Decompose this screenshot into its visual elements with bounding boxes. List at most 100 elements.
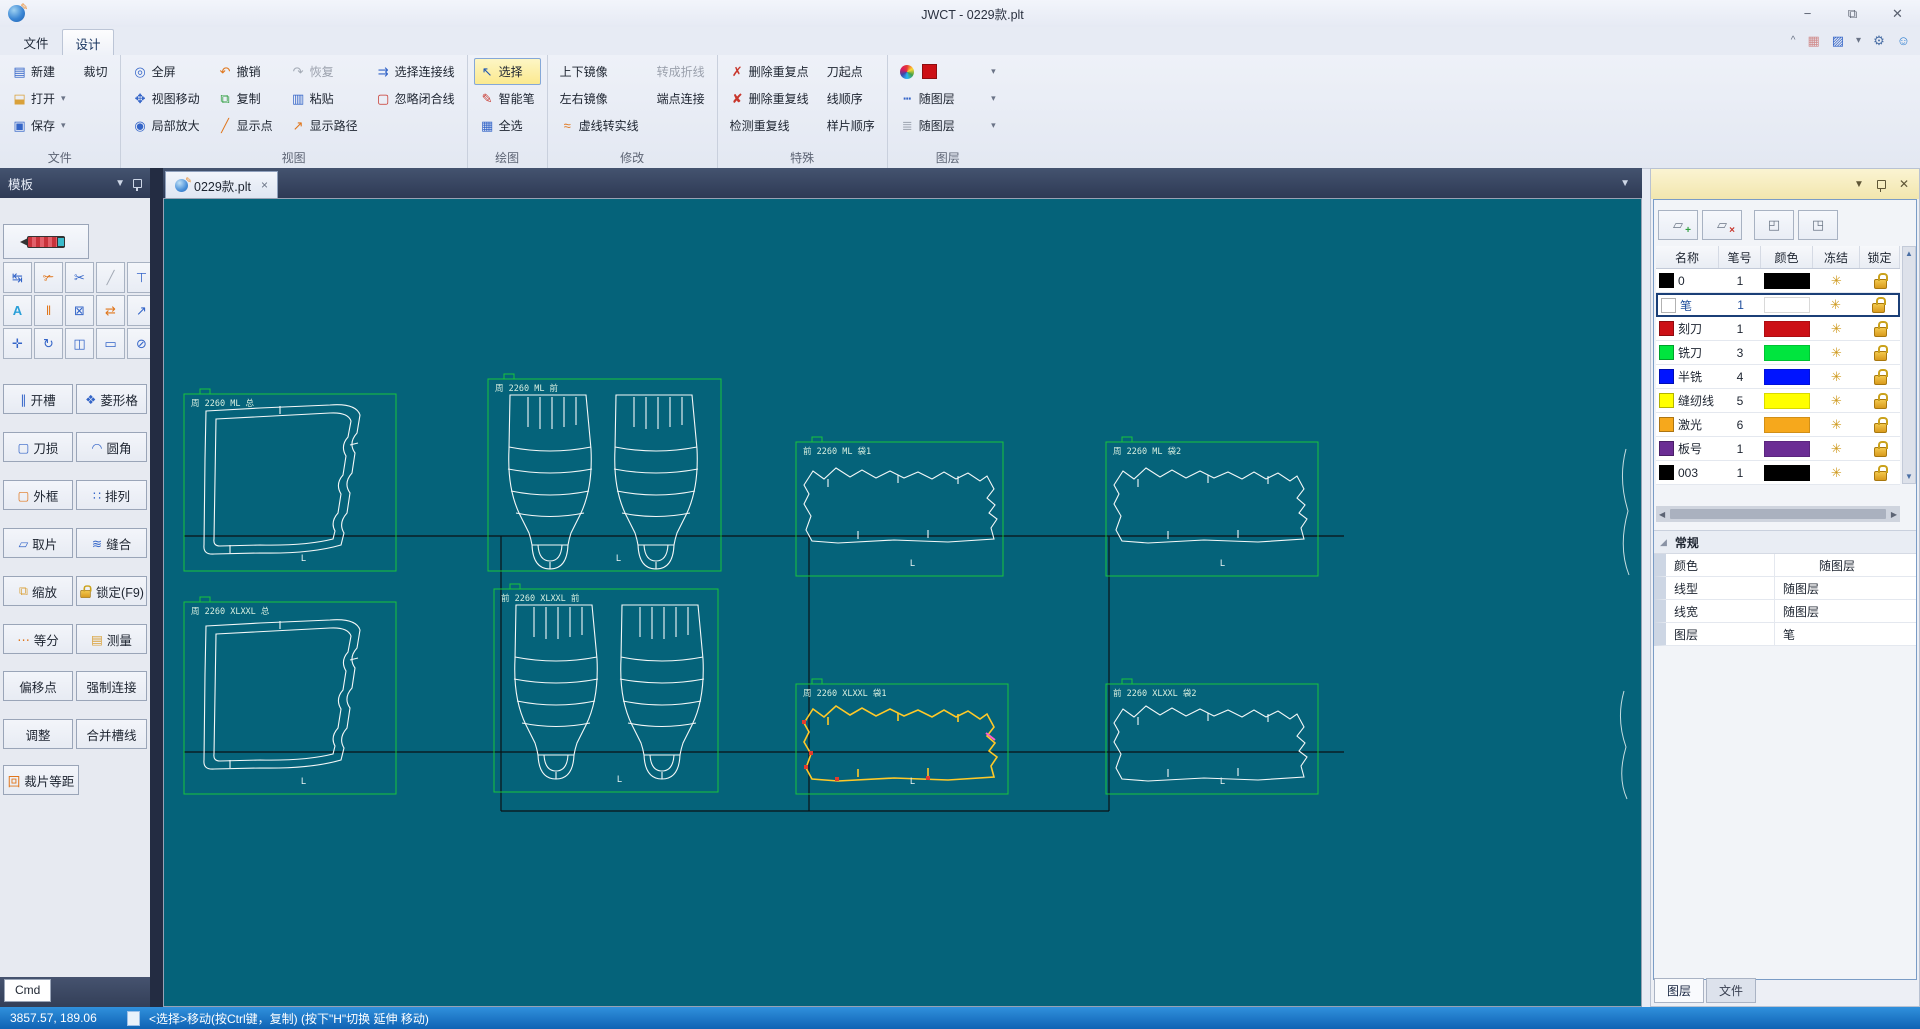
rectangle-tool-button[interactable]: ▭ (96, 328, 125, 359)
scrollbar-thumb[interactable] (1670, 509, 1886, 519)
mirror-tool-button[interactable]: ◫ (65, 328, 94, 359)
scroll-down-icon[interactable]: ▼ (1905, 470, 1913, 483)
layer-row[interactable]: 刻刀 1 ✳ (1656, 317, 1900, 341)
offset-point-button[interactable]: 偏移点 (3, 671, 73, 701)
redo-button[interactable]: ↷ 恢复 (285, 58, 364, 85)
measure-button[interactable]: ▤ 测量 (76, 624, 147, 654)
freeze-icon[interactable]: ✳ (1831, 321, 1842, 337)
zoom-area-button[interactable]: ◉ 局部放大 (127, 112, 206, 139)
property-value[interactable]: 随图层 (1775, 554, 1916, 576)
layer-row[interactable]: 铣刀 3 ✳ (1656, 341, 1900, 365)
rotate-tool-button[interactable]: ↻ (34, 328, 63, 359)
layer-color-bar[interactable] (1764, 441, 1810, 457)
layer-color-bar[interactable] (1764, 393, 1810, 409)
swap-direction-tool-button[interactable]: ⇄ (96, 295, 125, 326)
knife-loss-button[interactable]: ▢ 刀损 (3, 432, 73, 462)
force-connect-button[interactable]: 强制连接 (76, 671, 147, 701)
scroll-right-icon[interactable]: ▶ (1888, 510, 1900, 519)
delete-piece-tool-button[interactable]: ⊠ (65, 295, 94, 326)
freeze-icon[interactable]: ✳ (1831, 273, 1842, 289)
image-icon[interactable]: ▨ (1832, 34, 1844, 47)
mirror-vertical-button[interactable]: 上下镜像 (554, 58, 645, 85)
paste-button[interactable]: ▥ 粘贴 (285, 85, 364, 112)
settings-gear-icon[interactable]: ⚙ (1873, 34, 1885, 47)
open-button[interactable]: ⬓ 打开 ▾ (6, 85, 72, 112)
tab-list-chevron-icon[interactable]: ▼ (1620, 178, 1630, 189)
layer-table-horizontal-scrollbar[interactable]: ◀ ▶ (1656, 506, 1900, 522)
layer-row-selected[interactable]: 笔 1 ✳ (1656, 293, 1900, 317)
copy-button[interactable]: ⧉ 复制 (212, 85, 279, 112)
unlock-icon[interactable] (1874, 447, 1887, 457)
property-value[interactable]: 笔 (1775, 623, 1916, 645)
freeze-icon[interactable]: ✳ (1831, 345, 1842, 361)
save-button[interactable]: ▣ 保存 ▾ (6, 112, 72, 139)
mirror-horizontal-button[interactable]: 左右镜像 (554, 85, 645, 112)
round-corner-button[interactable]: ◠ 圆角 (76, 432, 147, 462)
select-connect-line-button[interactable]: ⇉ 选择连接线 (370, 58, 461, 85)
freeze-icon[interactable]: ✳ (1831, 465, 1842, 481)
layer-row[interactable]: 半铣 4 ✳ (1656, 365, 1900, 389)
pattern-piece[interactable] (620, 605, 704, 779)
drawing-canvas[interactable]: 周 2260 ML 总 周 2260 ML 前 前 2260 ML 袋1 周 2… (163, 198, 1642, 1007)
pan-view-button[interactable]: ✥ 视图移动 (127, 85, 206, 112)
selected-pattern-piece[interactable] (802, 706, 997, 781)
layer-panel-pin-icon[interactable] (1877, 180, 1886, 189)
layer-color-bar[interactable] (1764, 369, 1810, 385)
export-layers-button[interactable]: ◳ (1798, 210, 1838, 240)
line-order-button[interactable]: 线顺序 (821, 85, 881, 112)
cut-curve-tool-button[interactable]: ✃ (34, 262, 63, 293)
image-caret-icon[interactable]: ▾ (1856, 36, 1861, 46)
move-tool-button[interactable]: ✛ (3, 328, 32, 359)
layout-icon[interactable]: ▦ (1807, 34, 1819, 47)
document-tab-close-icon[interactable]: × (261, 178, 268, 192)
tab-layers[interactable]: 图层 (1654, 978, 1704, 1003)
unlock-icon[interactable] (1874, 327, 1887, 337)
knife-start-button[interactable]: 刀起点 (821, 58, 881, 85)
scroll-up-icon[interactable]: ▲ (1905, 247, 1913, 260)
undo-button[interactable]: ↶ 撤销 (212, 58, 279, 85)
freeze-icon[interactable]: ✳ (1830, 297, 1841, 313)
freeze-icon[interactable]: ✳ (1831, 417, 1842, 433)
merge-slot-line-button[interactable]: 合并槽线 (76, 719, 147, 749)
scale-button[interactable]: ⧉ 缩放 (3, 576, 73, 606)
layer-color-bar[interactable] (1764, 417, 1810, 433)
lock-f9-button[interactable]: 锁定(F9) (76, 576, 147, 606)
delete-dup-point-button[interactable]: ✗ 删除重复点 (724, 58, 815, 85)
cmd-tab[interactable]: Cmd (4, 979, 51, 1002)
layer-color-button[interactable]: ▾ (894, 58, 1002, 85)
text-tool-button[interactable]: A (3, 295, 32, 326)
smart-pen-button[interactable]: ✎ 智能笔 (474, 85, 541, 112)
select-all-button[interactable]: ▦ 全选 (474, 112, 541, 139)
layer-row[interactable]: 板号 1 ✳ (1656, 437, 1900, 461)
pattern-piece[interactable] (514, 605, 598, 779)
extract-piece-button[interactable]: ▱ 取片 (3, 528, 73, 558)
fullscreen-button[interactable]: ◎ 全屏 (127, 58, 206, 85)
freeze-icon[interactable]: ✳ (1831, 393, 1842, 409)
collapse-ribbon-icon[interactable]: ^ (1791, 36, 1796, 46)
layer-row[interactable]: 0 1 ✳ (1656, 269, 1900, 293)
break-line-tool-button[interactable]: ╱ (96, 262, 125, 293)
outer-frame-button[interactable]: ▢ 外框 (3, 480, 73, 510)
import-layers-button[interactable]: ◰ (1754, 210, 1794, 240)
pattern-piece[interactable] (508, 395, 592, 569)
stitch-button[interactable]: ≋ 缝合 (76, 528, 147, 558)
pattern-piece[interactable] (804, 468, 997, 543)
pattern-piece[interactable] (1114, 706, 1307, 781)
notch-tool-button[interactable]: ‖ (34, 295, 63, 326)
pattern-piece[interactable] (204, 620, 360, 769)
diamond-grid-button[interactable]: ❖ 菱形格 (76, 384, 147, 414)
layer-panel-close-icon[interactable]: ✕ (1899, 177, 1909, 191)
property-value[interactable]: 随图层 (1775, 600, 1916, 622)
tab-file-menu[interactable]: 文件 (12, 29, 60, 55)
layer-table-vertical-scrollbar[interactable]: ▲ ▼ (1902, 246, 1916, 484)
show-points-button[interactable]: ╱ 显示点 (212, 112, 279, 139)
piece-order-button[interactable]: 样片顺序 (821, 112, 881, 139)
document-tab[interactable]: 0229款.plt × (165, 171, 278, 198)
unlock-icon[interactable] (1872, 303, 1885, 313)
tab-design[interactable]: 设计 (62, 29, 114, 56)
property-value[interactable]: 随图层 (1775, 577, 1916, 599)
unlock-icon[interactable] (1874, 351, 1887, 361)
properties-header[interactable]: ◢ 常规 (1654, 530, 1916, 554)
to-polyline-button[interactable]: 转成折线 (651, 58, 711, 85)
layer-panel-chevron-icon[interactable]: ▼ (1854, 179, 1864, 190)
